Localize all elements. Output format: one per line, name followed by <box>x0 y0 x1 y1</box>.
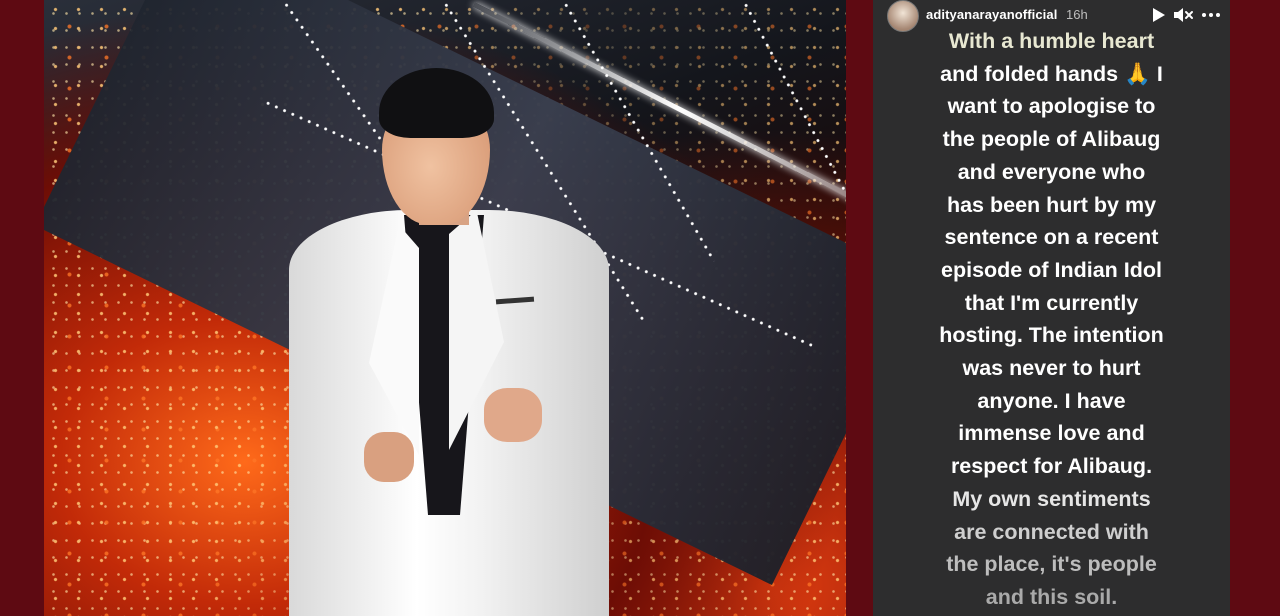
story-text-line: the place, it's people <box>946 552 1157 577</box>
story-text-line: the people of Alibaug <box>942 127 1161 152</box>
hair <box>379 68 494 138</box>
story-text-line: and everyone who <box>957 159 1146 184</box>
story-text-line: hosting. The intention <box>939 323 1164 348</box>
story-text-line: and this soil. <box>985 584 1118 609</box>
more-options-icon[interactable] <box>1200 5 1220 25</box>
mute-icon[interactable] <box>1172 5 1193 25</box>
instagram-story-panel: adityanarayanofficial 16h With a humble … <box>873 0 1230 616</box>
story-text-line: that I'm currently <box>964 290 1139 315</box>
story-text-line: respect for Alibaug. <box>950 454 1153 479</box>
right-hand-pointing <box>484 388 542 442</box>
stage-photo <box>44 0 846 616</box>
story-text-line: immense love and <box>958 421 1145 446</box>
story-username[interactable]: adityanarayanofficial <box>926 7 1057 22</box>
left-hand-pointing <box>364 432 414 482</box>
story-text-line: With a humble heart <box>948 29 1155 53</box>
story-text-line: sentence on a recent <box>944 225 1159 250</box>
host-figure <box>44 0 846 616</box>
story-text-line: episode of Indian Idol <box>941 257 1162 282</box>
story-text-line: and folded hands 🙏 I <box>940 61 1163 86</box>
story-text-line: My own sentiments <box>952 486 1151 511</box>
story-text-line: has been hurt by my <box>946 192 1157 217</box>
story-text-line: anyone. I have <box>977 388 1126 413</box>
story-text-line: was never to hurt <box>962 356 1141 381</box>
story-text: With a humble heart and folded hands 🙏 I w… <box>883 25 1220 614</box>
story-timestamp: 16h <box>1066 7 1088 22</box>
story-text-line: want to apologise to <box>947 94 1156 119</box>
play-icon[interactable] <box>1148 5 1168 25</box>
story-text-line: are connected with <box>954 519 1149 544</box>
